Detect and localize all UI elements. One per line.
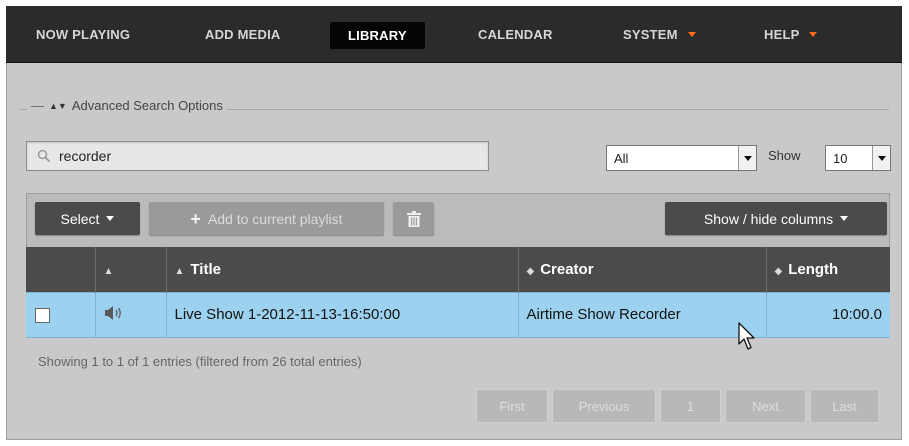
row-title: Live Show 1-2012-11-13-16:50:00 bbox=[166, 291, 519, 338]
pager-next[interactable]: Next bbox=[725, 389, 806, 423]
search-input[interactable] bbox=[59, 148, 459, 164]
select-button-label: Select bbox=[60, 210, 100, 227]
table-info: Showing 1 to 1 of 1 entries (filtered fr… bbox=[38, 354, 362, 369]
creator-column-header[interactable]: ◆ Creator bbox=[518, 247, 767, 292]
media-type-select[interactable]: All bbox=[606, 145, 757, 171]
chevron-down-icon bbox=[738, 146, 756, 170]
nav-calendar[interactable]: CALENDAR bbox=[478, 6, 553, 63]
advanced-search-label: Advanced Search Options bbox=[71, 98, 223, 113]
row-checkbox[interactable] bbox=[35, 307, 50, 323]
search-icon bbox=[37, 149, 51, 163]
add-to-playlist-button[interactable]: + Add to current playlist bbox=[149, 202, 384, 235]
select-button[interactable]: Select bbox=[35, 202, 140, 235]
caret-down-icon bbox=[840, 216, 849, 221]
caret-down-icon bbox=[809, 32, 818, 38]
type-column-header[interactable]: ▲ bbox=[95, 247, 167, 292]
legend-dash: — bbox=[31, 98, 44, 113]
plus-icon: + bbox=[190, 208, 201, 229]
sort-icon: ◆ bbox=[526, 265, 535, 277]
chevron-down-icon bbox=[872, 146, 890, 170]
nav-system[interactable]: SYSTEM bbox=[623, 6, 696, 63]
length-column-header[interactable]: ◆ Length bbox=[766, 247, 890, 292]
advanced-search-toggle[interactable]: — ▲▼ Advanced Search Options bbox=[27, 98, 227, 113]
nav-system-label: SYSTEM bbox=[623, 27, 678, 42]
pager-last[interactable]: Last bbox=[810, 389, 879, 423]
search-box bbox=[26, 141, 489, 171]
title-column-label: Title bbox=[190, 260, 221, 278]
add-to-playlist-label: Add to current playlist bbox=[207, 210, 343, 227]
show-hide-columns-label: Show / hide columns bbox=[703, 210, 834, 227]
nav-now-playing[interactable]: NOW PLAYING bbox=[36, 6, 130, 63]
sort-asc-icon: ▲ bbox=[174, 265, 185, 277]
page-size-value: 10 bbox=[833, 150, 848, 166]
pager-first[interactable]: First bbox=[476, 389, 548, 423]
creator-column-label: Creator bbox=[540, 260, 594, 278]
mouse-pointer-icon bbox=[738, 322, 755, 350]
pager-page-1[interactable]: 1 bbox=[660, 389, 721, 423]
row-type-cell bbox=[95, 291, 167, 338]
caret-down-icon bbox=[687, 32, 696, 38]
title-column-header[interactable]: ▲ Title bbox=[166, 247, 519, 292]
nav-library[interactable]: LIBRARY bbox=[330, 22, 425, 49]
row-length: 10:00.0 bbox=[766, 291, 890, 338]
nav-help[interactable]: HELP bbox=[764, 6, 818, 63]
show-label: Show bbox=[768, 148, 801, 163]
checkbox-column-header bbox=[26, 247, 96, 292]
table-row[interactable]: Live Show 1-2012-11-13-16:50:00 Airtime … bbox=[26, 291, 890, 338]
delete-button[interactable] bbox=[393, 202, 434, 235]
library-table: ▲ ▲ Title ◆ Creator ◆ Length Live Show 1… bbox=[26, 247, 890, 338]
caret-down-icon bbox=[106, 216, 115, 221]
nav-help-label: HELP bbox=[764, 27, 800, 42]
length-column-label: Length bbox=[788, 260, 839, 278]
sort-icon: ▲ bbox=[103, 265, 114, 277]
nav-add-media[interactable]: ADD MEDIA bbox=[205, 6, 280, 63]
pager-previous[interactable]: Previous bbox=[552, 389, 656, 423]
row-creator: Airtime Show Recorder bbox=[518, 291, 767, 338]
row-checkbox-cell bbox=[26, 291, 96, 338]
speaker-icon[interactable] bbox=[104, 305, 124, 321]
trash-icon bbox=[406, 210, 421, 227]
sort-toggle-icon: ▲▼ bbox=[49, 100, 67, 111]
sort-icon: ◆ bbox=[774, 265, 783, 277]
top-nav: NOW PLAYING ADD MEDIA LIBRARY CALENDAR S… bbox=[6, 6, 902, 63]
media-type-value: All bbox=[614, 150, 629, 166]
table-header-row: ▲ ▲ Title ◆ Creator ◆ Length bbox=[26, 247, 890, 292]
show-hide-columns-button[interactable]: Show / hide columns bbox=[665, 202, 887, 235]
page-size-select[interactable]: 10 bbox=[825, 145, 891, 171]
